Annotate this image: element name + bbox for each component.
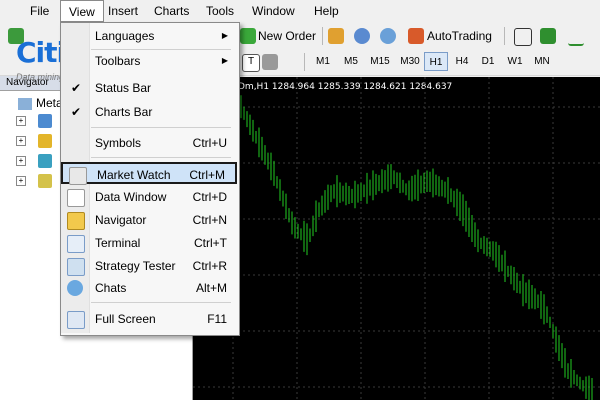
terminal-icon (18, 97, 32, 110)
menu-separator (91, 157, 231, 158)
menu-item-label: Full Screen (95, 312, 156, 326)
brand-part-a: Citi (16, 36, 66, 69)
submenu-arrow-icon: ▶ (221, 56, 228, 65)
indicators-icon (38, 134, 52, 148)
menu-item-label: Data Window (95, 190, 167, 204)
market-icon[interactable] (354, 28, 370, 44)
menu-separator (91, 127, 231, 128)
toolbar-separator (304, 53, 305, 71)
menu-item-market-watch[interactable]: Market Watch Ctrl+M (61, 162, 237, 185)
timeframe-w1[interactable]: W1 (503, 52, 527, 71)
timeframe-h4[interactable]: H4 (450, 52, 474, 71)
menu-separator (91, 49, 231, 50)
strategy-tester-icon (67, 258, 85, 276)
menu-item-shortcut: Ctrl+N (192, 213, 227, 227)
experts-icon (38, 154, 52, 168)
menu-window[interactable]: Window (244, 0, 303, 22)
full-screen-icon (67, 311, 85, 329)
timeframe-m1[interactable]: M1 (310, 52, 336, 71)
auto-trading-button[interactable]: AutoTrading (427, 26, 492, 46)
menu-item-shortcut: Ctrl+R (192, 259, 227, 273)
expand-icon[interactable]: + (16, 116, 26, 126)
menu-item-strategy-tester[interactable]: Strategy Tester Ctrl+R (61, 255, 237, 277)
menu-item-label: Status Bar (95, 81, 152, 95)
market-watch-icon (69, 167, 87, 185)
menu-item-label: Charts Bar (95, 105, 153, 119)
bar-chart-icon[interactable] (514, 28, 532, 46)
menu-item-full-screen[interactable]: Full Screen F11 (61, 308, 237, 330)
menu-bar: File View Insert Charts Tools Window Hel… (0, 0, 600, 24)
menu-separator (91, 302, 231, 303)
expand-icon[interactable]: + (16, 136, 26, 146)
menu-item-toolbars[interactable]: Toolbars ▶ (61, 53, 237, 69)
menu-item-label: Languages (95, 29, 155, 43)
menu-item-navigator[interactable]: Navigator Ctrl+N (61, 209, 237, 231)
menu-view[interactable]: View (60, 0, 104, 22)
menu-item-shortcut: Ctrl+T (194, 236, 227, 250)
candlestick-icon[interactable] (540, 28, 556, 44)
menu-item-shortcut: Alt+M (195, 281, 227, 295)
menu-item-data-window[interactable]: Data Window Ctrl+D (61, 186, 237, 208)
timeframe-mn[interactable]: MN (529, 52, 555, 71)
menu-item-shortcut: F11 (207, 312, 227, 326)
navigator-root-label: Meta (36, 96, 63, 110)
menu-item-label: Toolbars (95, 54, 141, 68)
new-order-button[interactable]: New Order (258, 26, 316, 46)
menu-item-terminal[interactable]: Terminal Ctrl+T (61, 232, 237, 254)
signals-icon[interactable] (380, 28, 396, 44)
chat-bubble-icon (67, 280, 83, 296)
menu-item-status-bar[interactable]: ✔ Status Bar (61, 77, 237, 99)
menu-insert[interactable]: Insert (100, 0, 146, 22)
arrows-tool-icon[interactable] (262, 54, 278, 70)
timeframe-d1[interactable]: D1 (476, 52, 500, 71)
toolbar-separator (504, 27, 505, 45)
timeframe-m5[interactable]: M5 (338, 52, 364, 71)
text-tool-icon[interactable]: T (242, 54, 260, 72)
menu-tools[interactable]: Tools (198, 0, 242, 22)
timeframe-m30[interactable]: M30 (396, 52, 424, 71)
new-order-icon (240, 28, 256, 44)
menu-item-symbols[interactable]: Symbols Ctrl+U (61, 132, 237, 154)
menu-charts[interactable]: Charts (146, 0, 197, 22)
line-chart-icon[interactable] (568, 28, 584, 46)
menu-item-shortcut: Ctrl+M (189, 168, 225, 182)
candlestick-plot (193, 77, 600, 400)
menu-item-shortcut: Ctrl+D (192, 190, 227, 204)
navigator-root[interactable]: Meta (18, 94, 63, 112)
auto-trading-icon (408, 28, 424, 44)
menu-item-label: Strategy Tester (95, 259, 176, 273)
checkmark-icon: ✔ (71, 105, 82, 119)
toolbar-separator (322, 27, 323, 45)
price-chart[interactable]: Dm,H1 1284.964 1285.339 1284.621 1284.63… (193, 77, 600, 400)
menu-item-shortcut: Ctrl+U (192, 136, 227, 150)
data-window-icon (67, 189, 85, 207)
timeframe-m15[interactable]: M15 (366, 52, 394, 71)
expand-icon[interactable]: + (16, 156, 26, 166)
menu-item-label: Navigator (95, 213, 147, 227)
menu-file[interactable]: File (22, 0, 57, 22)
menu-item-languages[interactable]: Languages ▶ (61, 25, 237, 47)
expand-icon[interactable]: + (16, 176, 26, 186)
terminal-window-icon (67, 235, 85, 253)
menu-item-label: Market Watch (97, 168, 171, 182)
menu-help[interactable]: Help (306, 0, 347, 22)
metaeditor-icon[interactable] (328, 28, 344, 44)
scripts-icon (38, 174, 52, 188)
menu-item-chats[interactable]: Chats Alt+M (61, 277, 237, 299)
menu-item-label: Symbols (95, 136, 142, 150)
view-menu: Languages ▶ Toolbars ▶ ✔ Status Bar ✔ Ch… (60, 22, 240, 336)
accounts-icon (38, 114, 52, 128)
timeframe-h1[interactable]: H1 (424, 52, 448, 71)
navigator-icon (67, 212, 85, 230)
menu-item-label: Chats (95, 281, 127, 295)
menu-item-label: Terminal (95, 236, 141, 250)
checkmark-icon: ✔ (71, 81, 82, 95)
submenu-arrow-icon: ▶ (221, 31, 228, 40)
menu-item-charts-bar[interactable]: ✔ Charts Bar (61, 101, 237, 123)
